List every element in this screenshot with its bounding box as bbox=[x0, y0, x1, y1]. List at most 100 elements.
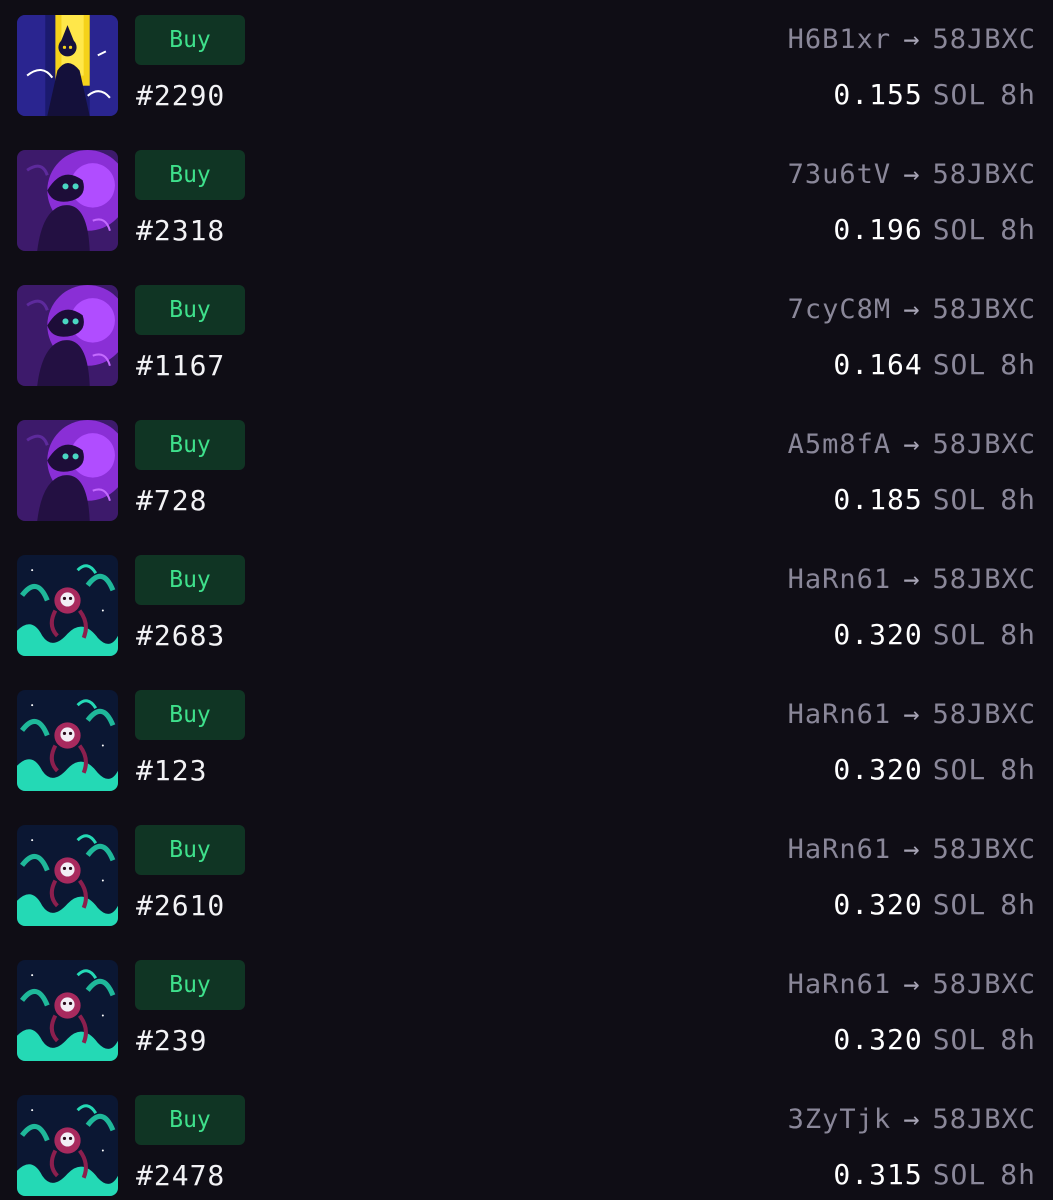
to-address[interactable]: 58JBXC bbox=[932, 699, 1036, 730]
nft-thumbnail[interactable] bbox=[17, 555, 118, 656]
price-value: 0.185 bbox=[833, 483, 923, 516]
nft-thumbnail[interactable] bbox=[17, 285, 118, 386]
token-id[interactable]: #239 bbox=[136, 1021, 207, 1061]
teal-skull-art-icon bbox=[17, 960, 118, 1061]
transfer-info: HaRn61 → 58JBXC bbox=[788, 560, 1036, 600]
transfer-info: HaRn61 → 58JBXC bbox=[788, 695, 1036, 735]
to-address[interactable]: 58JBXC bbox=[932, 1104, 1036, 1135]
token-id[interactable]: #2290 bbox=[136, 76, 225, 116]
to-address[interactable]: 58JBXC bbox=[932, 969, 1036, 1000]
time-ago: 8h bbox=[1000, 78, 1036, 111]
teal-skull-art-icon bbox=[17, 555, 118, 656]
time-ago: 8h bbox=[1000, 618, 1036, 651]
from-address[interactable]: HaRn61 bbox=[788, 969, 892, 1000]
currency-label: SOL bbox=[932, 213, 987, 246]
price-value: 0.315 bbox=[833, 1158, 923, 1191]
price-line: 0.164 SOL 8h bbox=[833, 344, 1036, 386]
price-value: 0.320 bbox=[833, 618, 923, 651]
currency-label: SOL bbox=[932, 483, 987, 516]
activity-row[interactable]: Buy #2683 HaRn61 → 58JBXC 0.320 SOL 8h bbox=[0, 540, 1053, 675]
from-address[interactable]: A5m8fA bbox=[788, 429, 892, 460]
token-id[interactable]: #2318 bbox=[136, 211, 225, 251]
buy-button[interactable]: Buy bbox=[135, 150, 245, 200]
to-address[interactable]: 58JBXC bbox=[932, 159, 1036, 190]
token-id[interactable]: #2683 bbox=[136, 616, 225, 656]
buy-button[interactable]: Buy bbox=[135, 1095, 245, 1145]
currency-label: SOL bbox=[932, 618, 987, 651]
token-id[interactable]: #728 bbox=[136, 481, 207, 521]
activity-row[interactable]: Buy #2318 73u6tV → 58JBXC 0.196 SOL 8h bbox=[0, 135, 1053, 270]
currency-label: SOL bbox=[932, 1158, 987, 1191]
currency-label: SOL bbox=[932, 348, 987, 381]
purple-smoke-art-icon bbox=[17, 420, 118, 521]
currency-label: SOL bbox=[932, 1023, 987, 1056]
nft-thumbnail[interactable] bbox=[17, 150, 118, 251]
buy-button[interactable]: Buy bbox=[135, 420, 245, 470]
to-address[interactable]: 58JBXC bbox=[932, 294, 1036, 325]
from-address[interactable]: HaRn61 bbox=[788, 699, 892, 730]
to-address[interactable]: 58JBXC bbox=[932, 429, 1036, 460]
nft-thumbnail[interactable] bbox=[17, 690, 118, 791]
time-ago: 8h bbox=[1000, 753, 1036, 786]
nft-thumbnail[interactable] bbox=[17, 825, 118, 926]
token-id[interactable]: #1167 bbox=[136, 346, 225, 386]
arrow-right-icon: → bbox=[903, 564, 921, 595]
buy-button[interactable]: Buy bbox=[135, 285, 245, 335]
from-address[interactable]: 3ZyTjk bbox=[788, 1104, 892, 1135]
arrow-right-icon: → bbox=[903, 294, 921, 325]
price-value: 0.155 bbox=[833, 78, 923, 111]
time-ago: 8h bbox=[1000, 1023, 1036, 1056]
currency-label: SOL bbox=[932, 78, 987, 111]
price-value: 0.196 bbox=[833, 213, 923, 246]
price-line: 0.185 SOL 8h bbox=[833, 479, 1036, 521]
buy-button[interactable]: Buy bbox=[135, 825, 245, 875]
activity-row[interactable]: Buy #728 A5m8fA → 58JBXC 0.185 SOL 8h bbox=[0, 405, 1053, 540]
activity-row[interactable]: Buy #1167 7cyC8M → 58JBXC 0.164 SOL 8h bbox=[0, 270, 1053, 405]
time-ago: 8h bbox=[1000, 1158, 1036, 1191]
activity-row[interactable]: Buy #2610 HaRn61 → 58JBXC 0.320 SOL 8h bbox=[0, 810, 1053, 945]
teal-skull-art-icon bbox=[17, 1095, 118, 1196]
activity-row[interactable]: Buy #123 HaRn61 → 58JBXC 0.320 SOL 8h bbox=[0, 675, 1053, 810]
price-line: 0.155 SOL 8h bbox=[833, 74, 1036, 116]
from-address[interactable]: HaRn61 bbox=[788, 564, 892, 595]
from-address[interactable]: 7cyC8M bbox=[788, 294, 892, 325]
transfer-info: H6B1xr → 58JBXC bbox=[788, 20, 1036, 60]
price-value: 0.164 bbox=[833, 348, 923, 381]
nft-thumbnail[interactable] bbox=[17, 15, 118, 116]
buy-button[interactable]: Buy bbox=[135, 960, 245, 1010]
transfer-info: 3ZyTjk → 58JBXC bbox=[788, 1100, 1036, 1140]
price-value: 0.320 bbox=[833, 753, 923, 786]
from-address[interactable]: HaRn61 bbox=[788, 834, 892, 865]
nft-thumbnail[interactable] bbox=[17, 420, 118, 521]
time-ago: 8h bbox=[1000, 888, 1036, 921]
nft-thumbnail[interactable] bbox=[17, 960, 118, 1061]
from-address[interactable]: 73u6tV bbox=[788, 159, 892, 190]
arrow-right-icon: → bbox=[903, 834, 921, 865]
buy-button[interactable]: Buy bbox=[135, 690, 245, 740]
to-address[interactable]: 58JBXC bbox=[932, 564, 1036, 595]
activity-row[interactable]: Buy #2290 H6B1xr → 58JBXC 0.155 SOL 8h bbox=[0, 0, 1053, 135]
currency-label: SOL bbox=[932, 753, 987, 786]
time-ago: 8h bbox=[1000, 483, 1036, 516]
price-line: 0.320 SOL 8h bbox=[833, 614, 1036, 656]
activity-row[interactable]: Buy #239 HaRn61 → 58JBXC 0.320 SOL 8h bbox=[0, 945, 1053, 1080]
price-line: 0.320 SOL 8h bbox=[833, 749, 1036, 791]
buy-button[interactable]: Buy bbox=[135, 15, 245, 65]
time-ago: 8h bbox=[1000, 213, 1036, 246]
token-id[interactable]: #2478 bbox=[136, 1156, 225, 1196]
from-address[interactable]: H6B1xr bbox=[788, 24, 892, 55]
to-address[interactable]: 58JBXC bbox=[932, 834, 1036, 865]
buy-button[interactable]: Buy bbox=[135, 555, 245, 605]
to-address[interactable]: 58JBXC bbox=[932, 24, 1036, 55]
transfer-info: HaRn61 → 58JBXC bbox=[788, 965, 1036, 1005]
currency-label: SOL bbox=[932, 888, 987, 921]
token-id[interactable]: #123 bbox=[136, 751, 207, 791]
price-line: 0.196 SOL 8h bbox=[833, 209, 1036, 251]
token-id[interactable]: #2610 bbox=[136, 886, 225, 926]
price-value: 0.320 bbox=[833, 1023, 923, 1056]
price-line: 0.320 SOL 8h bbox=[833, 884, 1036, 926]
nft-thumbnail[interactable] bbox=[17, 1095, 118, 1196]
activity-row[interactable]: Buy #2478 3ZyTjk → 58JBXC 0.315 SOL 8h bbox=[0, 1080, 1053, 1200]
price-line: 0.320 SOL 8h bbox=[833, 1019, 1036, 1061]
transfer-info: 7cyC8M → 58JBXC bbox=[788, 290, 1036, 330]
